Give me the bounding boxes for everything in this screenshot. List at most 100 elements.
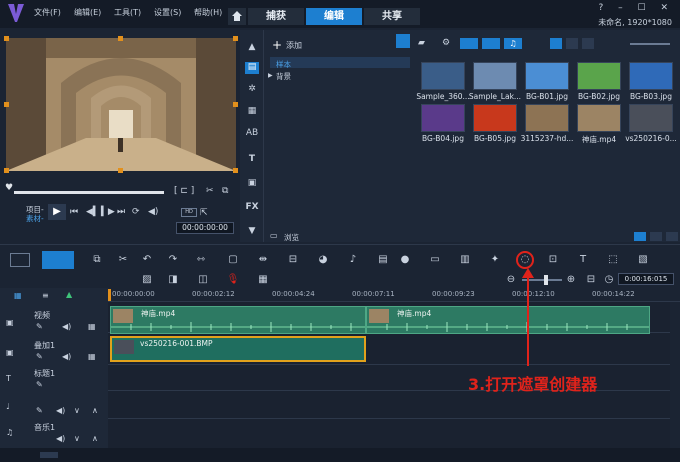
text-icon[interactable]: T (245, 154, 259, 166)
panel-corner-icon[interactable] (396, 34, 410, 48)
prev-frame-icon[interactable]: ◀▍ (86, 207, 100, 217)
media-thumbnail[interactable] (421, 62, 465, 90)
track-edit-icon[interactable]: ✎ (36, 406, 43, 415)
go-start-icon[interactable]: ⏮ (70, 207, 78, 217)
timeline-ruler[interactable]: 00:00:00:00 00:00:02:12 00:00:04:24 00:00:0… (108, 288, 680, 302)
play-button[interactable]: ▶ (48, 204, 66, 220)
tab-capture[interactable]: 捕获 (248, 8, 304, 25)
title-icon[interactable]: AB (245, 128, 259, 140)
import-folder-icon[interactable]: ▰ (418, 38, 425, 48)
filter-photo-button[interactable] (482, 38, 500, 49)
zoom-in-icon[interactable]: ⊕ (564, 273, 578, 287)
timeline-view-button[interactable] (42, 251, 74, 269)
media-icon[interactable]: ▤ (245, 62, 259, 74)
tab-share[interactable]: 共享 (364, 8, 420, 25)
media-thumbnail[interactable] (473, 62, 517, 90)
track-edit-icon[interactable]: ✎ (36, 322, 43, 331)
motion-icon[interactable]: ● (398, 253, 412, 267)
zoom-slider-thumb[interactable] (544, 275, 548, 285)
home-tab[interactable] (228, 8, 246, 25)
crop-handle[interactable] (118, 168, 123, 173)
split-icon[interactable]: ✂ (206, 186, 214, 196)
menu-edit[interactable]: 编辑(E) (74, 7, 101, 18)
enlarge-icon[interactable]: ⇱ (200, 208, 208, 218)
preview-frame[interactable] (6, 38, 236, 171)
storyboard-view-button[interactable] (10, 253, 30, 267)
media-thumbnail[interactable] (473, 104, 517, 132)
filter-video-button[interactable] (460, 38, 478, 49)
video-clip[interactable]: 神庙.mp4 (366, 306, 650, 334)
repeat-icon[interactable]: ⟳ (132, 207, 140, 217)
sort-button[interactable] (582, 38, 594, 49)
media-thumbnail[interactable] (525, 104, 569, 132)
scroll-up-icon[interactable]: ▲ (245, 42, 259, 54)
crop-handle[interactable] (233, 36, 238, 41)
track-lock-icon[interactable]: ∧ (92, 406, 98, 415)
volume-icon[interactable]: ◀) (148, 207, 158, 217)
menu-tools[interactable]: 工具(T) (114, 7, 141, 18)
menu-help[interactable]: 帮助(H) (194, 7, 222, 18)
track-mute-icon[interactable]: ◀) (56, 434, 65, 443)
preview-timecode[interactable]: 00:00:00:00 (176, 222, 234, 234)
hd-icon[interactable]: HD (181, 208, 197, 217)
multi-trim-icon[interactable]: ⊟ (286, 253, 300, 267)
pan-zoom-icon[interactable]: ▢ (226, 253, 240, 267)
view-thumbnail-button[interactable] (550, 38, 562, 49)
snapshot-tool-icon[interactable]: ◫ (196, 273, 210, 287)
menu-file[interactable]: 文件(F) (34, 7, 61, 18)
record-capture-icon[interactable]: ⧉ (90, 253, 104, 267)
fx-icon[interactable]: FX (245, 202, 259, 214)
mark-in-out-icon[interactable]: [ ⊏ ] (174, 186, 194, 196)
tree-item-sample[interactable]: 样本 (276, 59, 291, 70)
record-voice-icon[interactable]: 🎙 (226, 273, 240, 287)
playhead-marker-icon[interactable]: ♥ (5, 183, 13, 193)
add-icon[interactable]: + (272, 38, 282, 52)
snapshot-icon[interactable]: ⧉ (222, 186, 228, 196)
media-thumbnail[interactable] (525, 62, 569, 90)
ripple-edit-icon[interactable]: ▲ (66, 290, 72, 299)
media-thumbnail[interactable] (577, 104, 621, 132)
panel-option-button[interactable] (650, 232, 662, 241)
browse-icon[interactable]: ▭ (270, 231, 278, 240)
transition-icon[interactable]: ▦ (245, 106, 259, 118)
track-lock-icon[interactable]: ▦ (88, 322, 96, 331)
ripple-icon[interactable]: ⇹ (256, 253, 270, 267)
subtitle-icon[interactable]: ▭ (428, 253, 442, 267)
track-edit-icon[interactable]: ✎ (36, 352, 43, 361)
crop-handle[interactable] (233, 168, 238, 173)
crop-handle[interactable] (118, 36, 123, 41)
track-motion-icon[interactable]: ✦ (488, 253, 502, 267)
screen-capture-icon[interactable]: ▧ (636, 253, 650, 267)
track-lock-icon[interactable]: ∧ (92, 434, 98, 443)
media-thumbnail[interactable] (629, 62, 673, 90)
zoom-out-icon[interactable]: ⊖ (504, 273, 518, 287)
playhead[interactable] (108, 289, 111, 301)
media-thumbnail[interactable] (629, 104, 673, 132)
track-mute-icon[interactable]: ◀) (62, 322, 71, 331)
instant-project-icon[interactable]: ✲ (245, 84, 259, 96)
crop-handle[interactable] (233, 102, 238, 107)
scroll-button[interactable] (40, 452, 58, 458)
redo-icon[interactable]: ↷ (166, 253, 180, 267)
track-expand-icon[interactable]: ∨ (74, 434, 80, 443)
tree-expand-icon[interactable]: ▶ (268, 72, 273, 79)
color-icon[interactable]: ◕ (316, 253, 330, 267)
media-thumbnail[interactable] (421, 104, 465, 132)
media-thumbnail[interactable] (577, 62, 621, 90)
video-clip[interactable]: 神庙.mp4 (110, 306, 366, 334)
track-mute-icon[interactable]: ◀) (56, 406, 65, 415)
filter-audio-button[interactable]: ♫ (504, 38, 522, 49)
tab-edit[interactable]: 编辑 (306, 8, 362, 25)
browse-button[interactable]: 浏览 (284, 232, 299, 243)
settings-icon[interactable]: ⚙ (442, 38, 450, 48)
track-lock-icon[interactable]: ▦ (88, 352, 96, 361)
track-edit-icon[interactable]: ✎ (36, 380, 43, 389)
mask-creator-icon[interactable]: ◌ (518, 253, 532, 267)
add-folder-button[interactable]: 添加 (286, 40, 302, 51)
audio-mixer-icon[interactable]: ♪ (346, 253, 360, 267)
fit-project-icon[interactable]: ⊟ (584, 273, 598, 287)
split-screen-icon[interactable]: ▥ (458, 253, 472, 267)
overlay-clip[interactable]: vs250216-001.BMP (110, 336, 366, 362)
multicam-icon[interactable]: ▤ (376, 253, 390, 267)
gif-icon[interactable]: ◨ (166, 273, 180, 287)
